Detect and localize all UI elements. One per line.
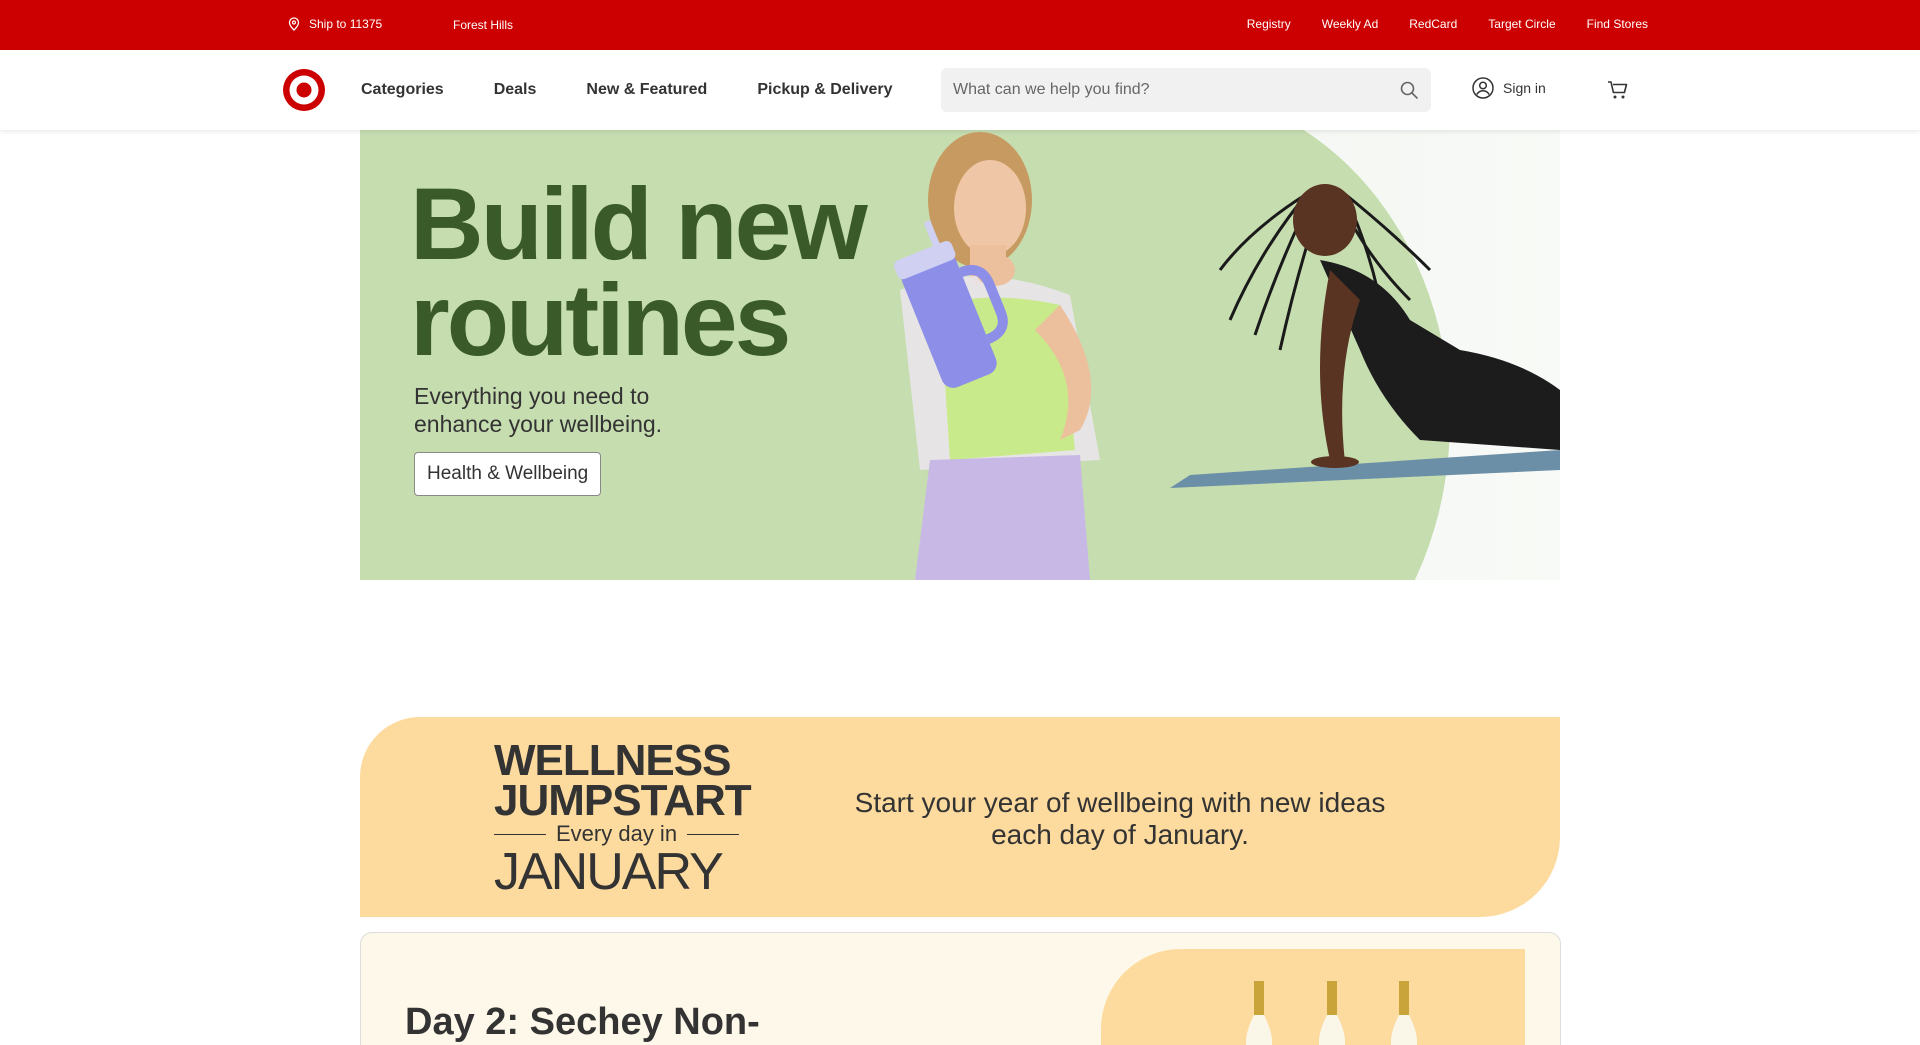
location-pin-icon: [288, 17, 300, 31]
product-bottles-image: [1101, 949, 1525, 1045]
registry-link[interactable]: Registry: [1247, 17, 1291, 31]
redcard-link[interactable]: RedCard: [1409, 17, 1457, 31]
sign-in-label: Sign in: [1503, 80, 1546, 96]
nav-new-featured[interactable]: New & Featured: [586, 81, 707, 99]
bottle-icon: [1391, 981, 1417, 1045]
target-circle-link[interactable]: Target Circle: [1488, 17, 1555, 31]
search-icon[interactable]: [1399, 80, 1419, 100]
hero-banner[interactable]: Build new routines Everything you need t…: [360, 130, 1560, 580]
search-bar: [941, 68, 1431, 112]
woman-with-tumbler-image: [894, 132, 1100, 580]
wellness-description: Start your year of wellbeing with new id…: [854, 787, 1386, 850]
main-header: Categories Deals New & Featured Pickup &…: [0, 50, 1920, 130]
main-nav: Categories Deals New & Featured Pickup &…: [361, 81, 943, 99]
day-card-title: Day 2: Sechey Non-: [405, 1001, 760, 1043]
utility-bar: Ship to 11375 Forest Hills Registry Week…: [0, 0, 1920, 50]
search-input[interactable]: [953, 68, 1373, 112]
day-2-card[interactable]: Day 2: Sechey Non-: [360, 932, 1561, 1045]
health-wellbeing-button[interactable]: Health & Wellbeing: [414, 452, 602, 496]
store-selector[interactable]: Forest Hills: [453, 18, 513, 32]
divider: [687, 833, 740, 835]
ship-to-button[interactable]: Ship to 11375: [288, 17, 382, 31]
nav-deals[interactable]: Deals: [494, 81, 537, 99]
cart-icon[interactable]: [1606, 78, 1630, 102]
nav-pickup-delivery[interactable]: Pickup & Delivery: [757, 81, 892, 99]
find-stores-link[interactable]: Find Stores: [1587, 17, 1648, 31]
utility-links: Registry Weekly Ad RedCard Target Circle…: [1247, 17, 1648, 31]
divider: [494, 833, 546, 835]
target-logo[interactable]: [282, 68, 326, 112]
nav-categories[interactable]: Categories: [361, 81, 444, 99]
woman-yoga-image: [1170, 184, 1560, 488]
hero-title: Build new routines: [410, 167, 868, 377]
sign-in-button[interactable]: Sign in: [1472, 77, 1546, 99]
wellness-jumpstart-logo: WELLNESS JUMPSTART Every day in JANUARY: [494, 736, 752, 901]
account-icon: [1472, 77, 1494, 99]
ship-to-label: Ship to 11375: [309, 17, 383, 31]
bottle-icon: [1319, 981, 1345, 1045]
bottle-icon: [1246, 981, 1272, 1045]
hero-subtitle: Everything you need to enhance your well…: [414, 383, 663, 437]
weekly-ad-link[interactable]: Weekly Ad: [1322, 17, 1378, 31]
wellness-jumpstart-banner[interactable]: WELLNESS JUMPSTART Every day in JANUARY …: [360, 717, 1560, 917]
